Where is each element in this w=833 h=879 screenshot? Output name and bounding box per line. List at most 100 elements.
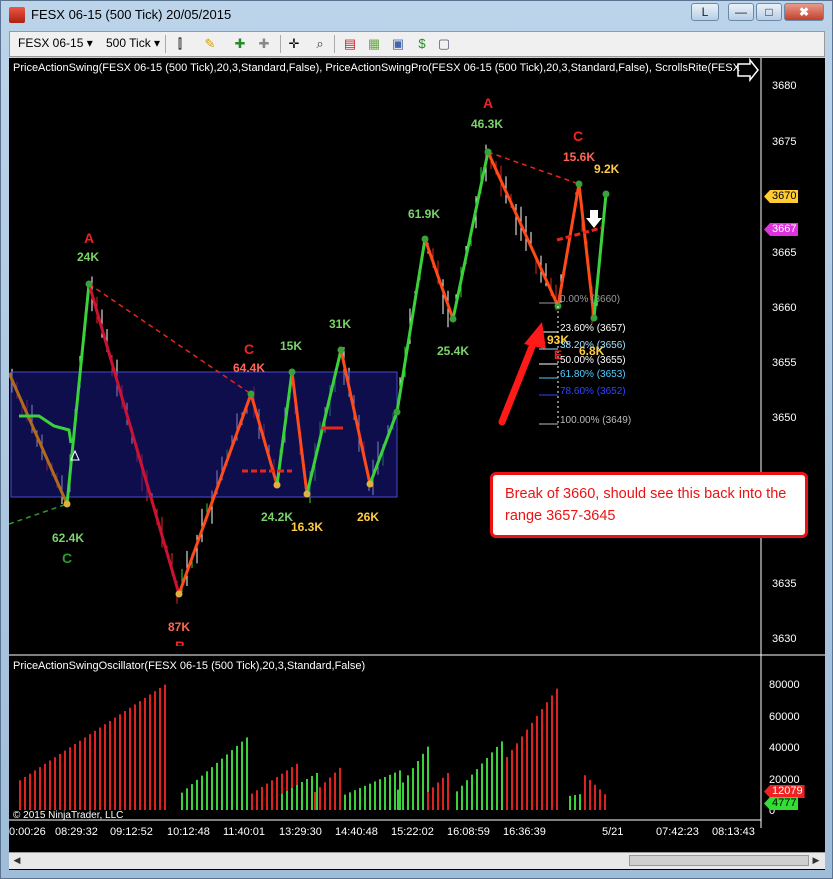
swing-pivot-dot	[85, 280, 93, 288]
help-button[interactable]: L	[691, 3, 719, 21]
price-tick: 3660	[772, 302, 797, 314]
oscillator-bar	[24, 777, 26, 810]
osc-tick: 20000	[769, 774, 800, 786]
osc-green-tag: 4777	[764, 797, 799, 810]
instrument-label: FESX 06-15	[18, 36, 84, 50]
oscillator-bar	[344, 794, 346, 810]
oscillator-bar	[589, 779, 591, 810]
oscillator-bar	[266, 783, 268, 810]
oscillator-bar	[417, 761, 419, 810]
oscillator-bar	[191, 784, 193, 810]
oscillator-bar	[319, 787, 321, 810]
oscillator-bar	[442, 777, 444, 810]
annotation-callout[interactable]: Break of 3660, should see this back into…	[490, 472, 808, 538]
swing-pivot-dot	[337, 346, 345, 354]
swing-pivot-dot	[449, 315, 457, 323]
swing-volume: 25.4K	[437, 344, 470, 358]
oscillator-bar	[226, 754, 228, 810]
minimize-button[interactable]: —	[728, 3, 754, 21]
strategies-icon[interactable]: ▦	[366, 36, 382, 52]
oscillator-bar	[501, 741, 503, 810]
oscillator-bar	[551, 695, 553, 810]
oscillator-bar	[79, 740, 81, 810]
zoom-out-icon[interactable]: ✚	[256, 36, 272, 52]
oscillator-bar	[579, 794, 581, 810]
close-button[interactable]: ✖	[784, 3, 824, 21]
oscillator-bar	[402, 782, 404, 810]
down-arrow-marker-icon	[586, 210, 602, 228]
oscillator-bar	[221, 758, 223, 810]
scroll-right-icon[interactable]: ▶	[809, 854, 823, 867]
swing-pivot-dot	[575, 180, 583, 188]
oscillator-bar	[397, 789, 399, 810]
instrument-selector[interactable]: FESX 06-15 ▾	[18, 36, 93, 50]
time-tick: 08:29:32	[55, 826, 98, 838]
swing-pivot-dot	[590, 314, 598, 322]
oscillator-bar	[134, 704, 136, 810]
oscillator-indicator-label: PriceActionSwingOscillator(FESX 06-15 (5…	[13, 660, 366, 672]
ninjatrader-app-icon	[9, 7, 25, 23]
fib-level: 0.00% (3660)	[560, 294, 621, 305]
bar-type-icon[interactable]: ⫿	[172, 36, 188, 52]
swing-volume: 24.2K	[261, 510, 294, 524]
oscillator-bar	[99, 727, 101, 810]
pencil-draw-icon[interactable]: ✎	[202, 36, 218, 52]
oscillator-bar	[39, 767, 41, 810]
oscillator-bar	[329, 777, 331, 810]
interval-label: 500 Tick	[106, 36, 151, 50]
oscillator-bar	[506, 757, 508, 810]
oscillator-bar	[69, 747, 71, 810]
oscillator-bar	[437, 782, 439, 810]
swing-pivot-dot	[288, 368, 296, 376]
oscillator-bar	[49, 760, 51, 810]
oscillator-bar	[526, 729, 528, 810]
scroll-left-icon[interactable]: ◀	[10, 854, 24, 867]
fib-level: 38.20% (3656)	[560, 340, 626, 351]
swing-pivot-dot	[303, 490, 311, 498]
oscillator-bar	[521, 736, 523, 810]
time-tick: 0:00:26	[9, 826, 46, 838]
oscillator-bar	[216, 762, 218, 810]
indicators-icon[interactable]: ▤	[342, 36, 358, 52]
price-tick: 3650	[772, 412, 797, 424]
oscillator-bar	[196, 779, 198, 810]
oscillator-bar	[94, 730, 96, 810]
magnifier-icon[interactable]: ⌕	[312, 36, 328, 52]
oscillator-bar	[594, 784, 596, 810]
maximize-button[interactable]: □	[756, 3, 782, 21]
swing-pivot-dot	[247, 390, 255, 398]
oscillator-bar	[574, 795, 576, 810]
swing-line	[451, 151, 490, 320]
oscillator-bar	[389, 774, 391, 810]
swing-volume: 16.3K	[291, 520, 324, 534]
dollar-icon[interactable]: $	[414, 36, 430, 52]
stepped-line	[556, 226, 602, 242]
oscillator-bar	[306, 779, 308, 810]
oscillator-bar	[432, 787, 434, 810]
time-tick: 13:29:30	[279, 826, 322, 838]
oscillator-bar	[394, 772, 396, 810]
price-tick: 3630	[772, 633, 797, 645]
oscillator-bar	[369, 783, 371, 810]
swing-pivot-dot	[175, 590, 183, 598]
swing-dashed-line	[9, 503, 68, 525]
oscillator-bar	[324, 782, 326, 810]
chart-area[interactable]: PriceActionSwing(FESX 06-15 (500 Tick),2…	[9, 58, 825, 870]
scrollbar-thumb[interactable]	[629, 855, 809, 866]
zoom-in-icon[interactable]: ✚	[232, 36, 248, 52]
swing-pivot-dot	[393, 408, 401, 416]
crosshair-icon[interactable]: ✛	[286, 36, 302, 52]
oscillator-bar	[599, 789, 601, 810]
oscillator-bar	[314, 792, 316, 810]
chart-properties-icon[interactable]: ▣	[390, 36, 406, 52]
data-box-icon[interactable]: ▢	[436, 36, 452, 52]
oscillator-bar	[251, 793, 253, 810]
time-tick: 08:13:43	[712, 826, 755, 838]
toolbar-separator	[334, 35, 335, 53]
oscillator-bar	[447, 773, 449, 810]
swing-volume: 62.4K	[52, 531, 85, 545]
horizontal-scrollbar[interactable]: ◀ ▶	[9, 852, 825, 869]
oscillator-bar	[129, 707, 131, 810]
oscillator-bar	[374, 781, 376, 810]
interval-selector[interactable]: 500 Tick ▾	[106, 36, 160, 50]
